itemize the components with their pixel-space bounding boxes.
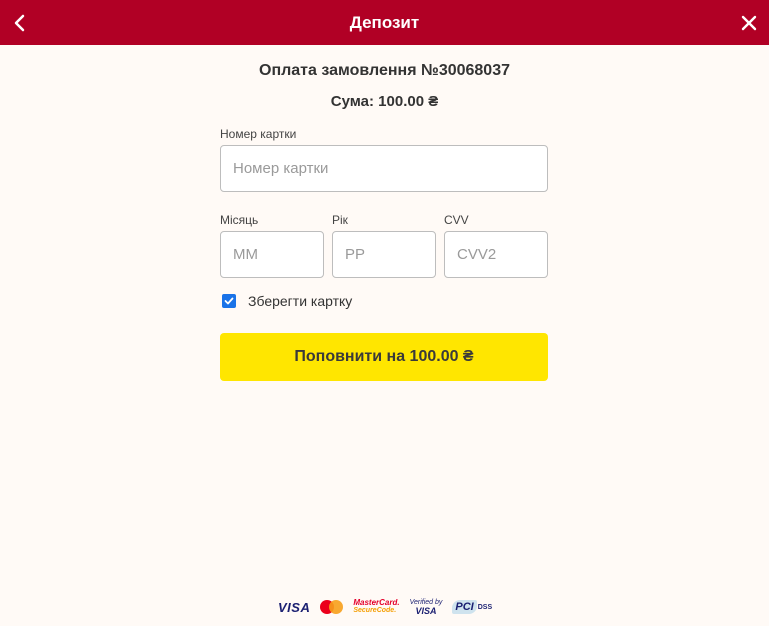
year-input[interactable] (332, 231, 436, 278)
page-title: Депозит (349, 12, 420, 32)
save-card-label[interactable]: Зберегти картку (248, 293, 352, 309)
checkmark-icon (224, 297, 234, 305)
save-card-row: Зберегти картку (222, 293, 352, 309)
submit-deposit-button[interactable]: Поповнити на 100.00 ₴ (220, 333, 548, 381)
year-label: Рік (332, 213, 348, 227)
back-button[interactable] (0, 0, 40, 45)
visa-logo: VISA (278, 599, 311, 615)
month-label: Місяць (220, 213, 259, 227)
month-input[interactable] (220, 231, 324, 278)
dss-text: DSS (477, 603, 493, 611)
mc-securecode-line1: MasterCard. (353, 598, 400, 607)
pci-text: PCI (452, 600, 477, 614)
chevron-left-icon (14, 14, 25, 31)
cvv-label: CVV (444, 213, 469, 227)
order-sum: Сума: 100.00 ₴ (330, 93, 439, 110)
pci-dss-logo: PCI DSS (452, 600, 492, 614)
mastercard-icon (320, 600, 344, 614)
mastercard-securecode-logo: MasterCard. SecureCode. (353, 599, 399, 615)
payment-logos: VISA MasterCard. SecureCode. Verified by… (278, 597, 492, 617)
card-number-label: Номер картки (220, 127, 297, 141)
save-card-checkbox[interactable] (222, 294, 236, 308)
order-title: Оплата замовлення №30068037 (259, 62, 510, 79)
cvv-input[interactable] (444, 231, 548, 278)
close-button[interactable] (729, 0, 769, 45)
close-icon (741, 15, 757, 30)
verified-by-visa-logo: Verified by VISA (410, 599, 443, 616)
card-number-input[interactable] (220, 145, 548, 192)
header-bar: Депозит (0, 0, 769, 45)
verified-line2: VISA (415, 606, 437, 616)
mc-securecode-line2: SecureCode. (353, 607, 397, 614)
